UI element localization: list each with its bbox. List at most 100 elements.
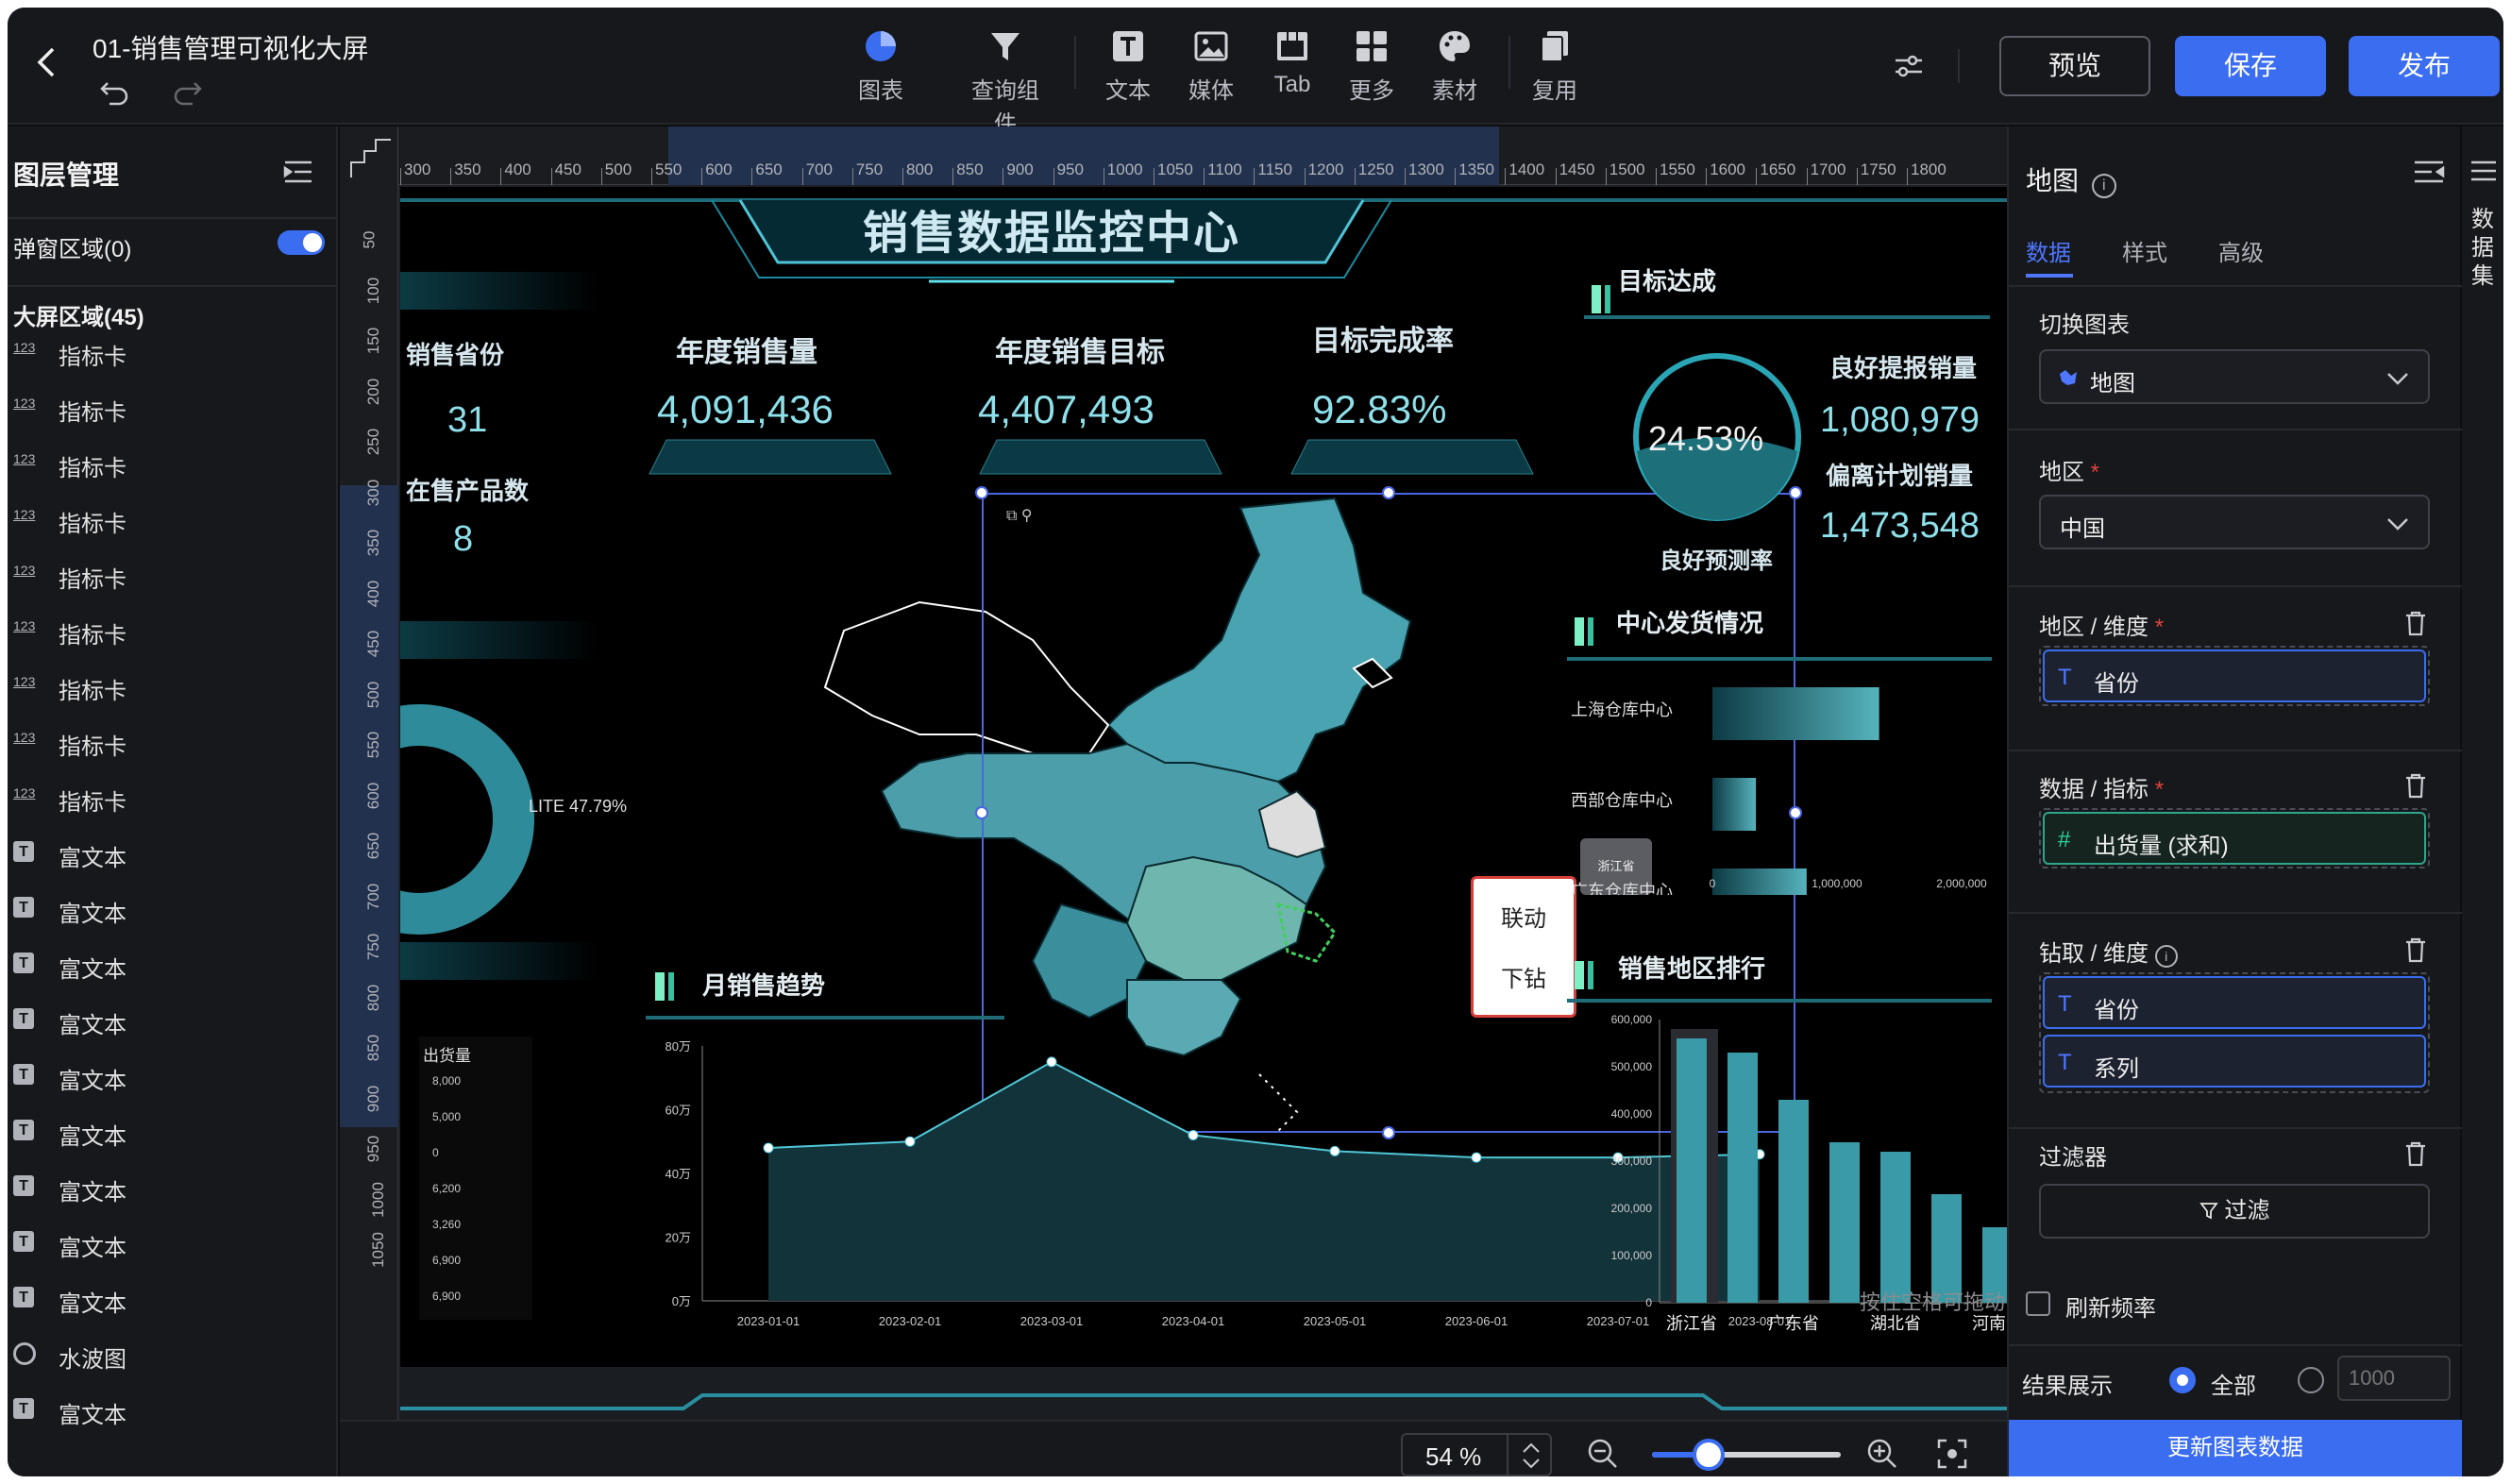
trash-icon[interactable]	[2403, 1140, 2428, 1167]
layer-item[interactable]: T 富文本	[8, 1214, 336, 1271]
widget-action-icons[interactable]: ⧉ ⚲	[1006, 506, 1033, 525]
chart-type-select[interactable]: 地图	[2039, 349, 2430, 404]
layer-item[interactable]: 水波图	[8, 1325, 336, 1382]
trash-icon[interactable]	[2403, 772, 2428, 799]
layer-item[interactable]: 123 指标卡	[8, 434, 336, 491]
line-point[interactable]	[1329, 1145, 1340, 1156]
layer-item[interactable]: T 富文本	[8, 1103, 336, 1159]
tool-chart[interactable]: 图表	[838, 28, 923, 105]
layer-item[interactable]: T 富文本	[8, 1047, 336, 1104]
layer-item[interactable]: 123 指标卡	[8, 379, 336, 435]
result-limit-input[interactable]	[2337, 1356, 2451, 1401]
result-limit-radio[interactable]	[2298, 1367, 2324, 1393]
layer-item[interactable]: T 富文本	[8, 880, 336, 936]
refresh-checkbox[interactable]	[2026, 1291, 2050, 1316]
tab-advanced[interactable]: 高级	[2218, 234, 2264, 267]
tool-query[interactable]: 查询组件	[963, 28, 1048, 138]
zoom-slider[interactable]	[1652, 1452, 1841, 1458]
drill-field-chip[interactable]: T 省份	[2043, 976, 2426, 1029]
settings-sliders-icon[interactable]	[1892, 49, 1926, 83]
canvas-area[interactable]: 300 350 400 450 500 550 600 650 700 750 800 850 900 9…	[340, 126, 2007, 1476]
line-point[interactable]	[904, 1136, 916, 1147]
resize-handle[interactable]	[975, 486, 988, 499]
tab-data[interactable]: 数据	[2026, 234, 2071, 267]
context-menu-drill[interactable]: 下钻	[1474, 960, 1574, 993]
chevron-down-icon	[2387, 373, 2408, 385]
preview-button[interactable]: 预览	[1999, 36, 2150, 96]
zoom-out-icon[interactable]	[1586, 1437, 1620, 1471]
kpi-value: 92.83%	[1312, 387, 1447, 431]
layer-item[interactable]: 123 指标卡	[8, 546, 336, 602]
resize-handle[interactable]	[975, 806, 988, 819]
donut-chart[interactable]	[400, 678, 561, 961]
layer-item[interactable]: T 富文本	[8, 1158, 336, 1215]
layer-item[interactable]: T 富文本	[8, 1270, 336, 1326]
undo-icon[interactable]	[98, 76, 132, 110]
warehouse-bar[interactable]	[1712, 778, 1757, 831]
dimension-field-chip[interactable]: T 省份	[2043, 649, 2426, 702]
fit-screen-icon[interactable]	[1935, 1437, 1969, 1471]
warehouse-chart[interactable]: 上海仓库中心西部仓库中心广东仓库中心 0 1,000,000 2,000,000	[1571, 668, 2005, 895]
info-icon[interactable]: i	[2091, 174, 2116, 198]
save-button[interactable]: 保存	[2175, 36, 2326, 96]
layer-item[interactable]: 123 指标卡	[8, 768, 336, 825]
dataset-tab[interactable]: 数据集	[2471, 206, 2494, 291]
dashboard-canvas[interactable]: 销售数据监控中心 销售省份 31 在售产品数 8 LITE 47.79% 出货量…	[400, 187, 2007, 1420]
tool-more[interactable]: 更多	[1329, 28, 1414, 105]
tool-material[interactable]: 素材	[1412, 28, 1497, 105]
layer-item[interactable]: T 富文本	[8, 824, 336, 881]
drill-drop-zone[interactable]: T 省份 T 系列	[2039, 972, 2430, 1093]
dimension-drop-zone[interactable]: T 省份	[2039, 646, 2430, 706]
ranking-bar[interactable]	[1778, 1100, 1809, 1303]
zoom-input[interactable]: 54 %	[1401, 1433, 1552, 1476]
layer-item[interactable]: 123 指标卡	[8, 601, 336, 658]
layer-item[interactable]: 123 指标卡	[8, 490, 336, 547]
line-point[interactable]	[763, 1142, 774, 1154]
shipment-table[interactable]: 出货量 8,000 5,000 0 6,200 3,260 6,900 6,900	[419, 1037, 532, 1320]
filter-button[interactable]: 过滤	[2039, 1184, 2430, 1239]
result-all-radio[interactable]	[2169, 1367, 2196, 1393]
popup-area-label[interactable]: 弹窗区域(0)	[13, 230, 131, 263]
trash-icon[interactable]	[2403, 936, 2428, 963]
zoom-stepper-icon[interactable]	[1518, 1439, 1544, 1473]
update-chart-data-button[interactable]: 更新图表数据	[2009, 1420, 2462, 1476]
popup-area-toggle[interactable]	[278, 230, 325, 255]
layer-item[interactable]: 123 指标卡	[8, 323, 336, 379]
tool-reuse[interactable]: 复用	[1512, 28, 1597, 105]
metric-field-chip[interactable]: # 出货量 (求和)	[2043, 812, 2426, 865]
trash-icon[interactable]	[2403, 610, 2428, 636]
ranking-bar[interactable]	[1880, 1152, 1911, 1303]
tool-media[interactable]: 媒体	[1169, 28, 1254, 105]
back-arrow-icon[interactable]	[28, 43, 66, 81]
ranking-bar[interactable]	[1829, 1142, 1860, 1303]
zoom-in-icon[interactable]	[1865, 1437, 1899, 1471]
drill-field-chip[interactable]: T 系列	[2043, 1035, 2426, 1088]
resize-handle[interactable]	[1382, 486, 1395, 499]
expand-menu-icon[interactable]	[2469, 159, 2498, 183]
region-select[interactable]: 中国	[2039, 495, 2430, 549]
context-menu-link[interactable]: 联动	[1474, 900, 1574, 933]
line-point[interactable]	[1188, 1130, 1199, 1140]
collapse-menu-icon[interactable]	[283, 159, 313, 185]
document-title[interactable]: 01-销售管理可视化大屏	[93, 28, 368, 66]
ranking-bar[interactable]	[1727, 1053, 1758, 1303]
layer-item[interactable]: T 富文本	[8, 936, 336, 992]
layer-item[interactable]: 123 指标卡	[8, 713, 336, 769]
line-point[interactable]	[1471, 1152, 1482, 1163]
layer-item[interactable]: T 富文本	[8, 1381, 336, 1438]
zoom-slider-handle[interactable]	[1693, 1439, 1725, 1471]
line-point[interactable]	[1046, 1056, 1057, 1068]
ranking-bar[interactable]	[1677, 1038, 1707, 1303]
layer-item[interactable]: T 富文本	[8, 991, 336, 1048]
panel-collapse-icon[interactable]	[2413, 159, 2445, 185]
tool-tab[interactable]: Tab	[1250, 28, 1335, 98]
tab-style[interactable]: 样式	[2122, 234, 2167, 267]
redo-icon[interactable]	[170, 76, 204, 110]
layer-item[interactable]: 123 指标卡	[8, 657, 336, 714]
warehouse-bar[interactable]	[1712, 868, 1807, 895]
publish-button[interactable]: 发布	[2349, 36, 2500, 96]
warehouse-bar[interactable]	[1712, 687, 1879, 740]
metric-drop-zone[interactable]: # 出货量 (求和)	[2039, 808, 2430, 868]
tool-text[interactable]: 文本	[1086, 28, 1171, 105]
info-icon[interactable]: i	[2154, 945, 2178, 968]
